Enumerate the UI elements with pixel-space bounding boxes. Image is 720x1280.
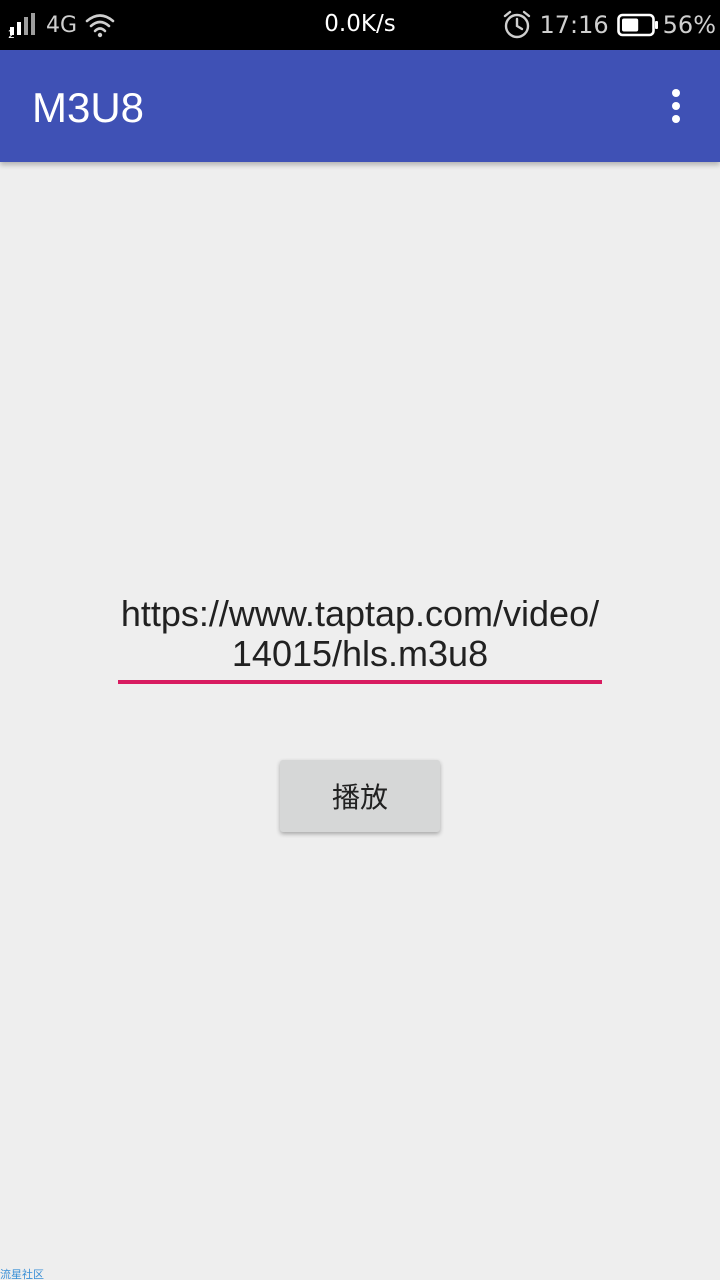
app-bar: M3U8 xyxy=(0,50,720,162)
app-title: M3U8 xyxy=(32,84,145,131)
overflow-menu-button[interactable] xyxy=(652,82,700,130)
battery-fill xyxy=(621,18,638,32)
battery-icon xyxy=(616,13,658,37)
status-bar: 2 4G 0.0K/s 17:16 56% xyxy=(0,0,720,50)
url-input[interactable]: https://www.taptap.com/video/14015/hls.m… xyxy=(118,598,602,680)
status-right-group: 17:16 56% xyxy=(501,8,716,42)
play-button[interactable]: 播放 xyxy=(280,760,440,832)
more-vert-icon xyxy=(672,89,680,97)
watermark-text: 流星社区 xyxy=(0,1268,44,1280)
screen: 2 4G 0.0K/s 17:16 56% M3U8 https://www.t… xyxy=(0,0,720,1280)
battery-percent-label: 56% xyxy=(662,11,716,39)
clock-label: 17:16 xyxy=(539,11,609,39)
alarm-icon xyxy=(504,10,531,39)
url-input-underline xyxy=(118,680,602,684)
url-input-value: https://www.taptap.com/video/14015/hls.m… xyxy=(120,598,600,674)
